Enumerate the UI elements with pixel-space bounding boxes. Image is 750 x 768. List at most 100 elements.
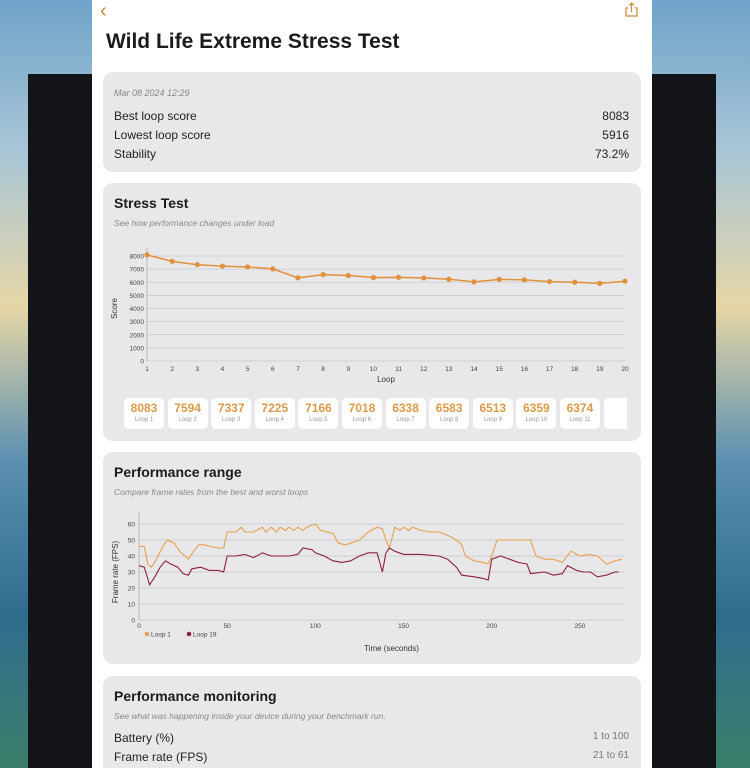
score-point: [370, 274, 377, 281]
card-subtitle: See what was happening inside your devic…: [114, 711, 386, 721]
fps-line-loop-19: [138, 547, 619, 587]
x-tick-label: 17: [546, 366, 554, 373]
x-tick-label: 250: [574, 623, 585, 630]
loop-score-value: 7225: [261, 401, 289, 415]
loop-score-tile[interactable]: 7594 Loop 2: [167, 398, 208, 429]
monitoring-row: Battery (%) 1 to 100: [114, 731, 629, 745]
loop-score-tile[interactable]: 6338 Loop 7: [385, 398, 426, 429]
loop-score-tile[interactable]: 7018 Loop 6: [341, 398, 382, 429]
loop-score-tile[interactable]: 7337 Loop 3: [211, 398, 252, 429]
score-point: [320, 271, 326, 278]
run-date: Mar 08 2024 12:29: [114, 88, 190, 98]
score-point: [597, 280, 603, 286]
y-tick-label: 3000: [130, 319, 145, 326]
loop-label: Loop 10: [525, 417, 548, 423]
chevron-left-icon[interactable]: ‹: [100, 0, 107, 23]
x-tick-label: 8: [321, 366, 325, 373]
stress-test-card: Stress Test See how performance changes …: [103, 183, 641, 441]
x-tick-label: 200: [486, 623, 497, 630]
loop-score-tile[interactable]: 6513 Loop 9: [472, 398, 513, 429]
row-label: Best loop score: [114, 109, 197, 123]
x-tick-label: 12: [420, 366, 428, 373]
x-tick-label: 3: [196, 366, 200, 373]
monitoring-row: Frame rate (FPS) 21 to 61: [114, 750, 629, 764]
row-value: 21 to 61: [592, 750, 629, 761]
y-tick-label: 2000: [130, 332, 145, 339]
legend-label: Loop 1: [151, 632, 171, 639]
y-tick-label: 7000: [130, 267, 145, 274]
loop-score-tile[interactable]: [603, 398, 627, 429]
x-tick-label: 6: [271, 366, 275, 373]
y-tick-label: 8000: [130, 254, 145, 261]
y-axis-label: Frame rate (FPS): [111, 541, 120, 604]
x-tick-label: 18: [571, 366, 579, 373]
loop-score-value: 6374: [566, 401, 594, 415]
legend-marker: [144, 631, 150, 637]
loop-score-tile[interactable]: 8083 Loop 1: [124, 398, 164, 429]
score-point: [345, 272, 351, 279]
loop-score-tile[interactable]: 6374 Loop 11: [559, 398, 600, 429]
score-point: [421, 275, 427, 281]
y-axis-label: Score: [110, 298, 119, 319]
x-tick-label: 16: [521, 366, 529, 373]
loop-label: Loop 3: [222, 417, 241, 423]
loop-label: Loop 7: [396, 417, 415, 423]
x-tick-label: 0: [137, 623, 141, 630]
loop-score-value: 7018: [348, 401, 376, 415]
loop-label: Loop 11: [569, 417, 591, 423]
y-tick-label: 1000: [130, 345, 145, 352]
loop-score-value: 6359: [522, 401, 550, 415]
performance-monitoring-card: Performance monitoring See what was happ…: [103, 676, 641, 768]
card-title: Performance monitoring: [114, 688, 277, 704]
loop-score-tile[interactable]: 7225 Loop 4: [254, 398, 295, 429]
loop-score-value: 8083: [130, 401, 158, 415]
score-point: [521, 277, 527, 283]
x-tick-label: 4: [221, 366, 225, 373]
loop-score-tile[interactable]: 6359 Loop 10: [516, 398, 557, 429]
score-point: [572, 279, 578, 285]
score-point: [219, 263, 226, 269]
summary-row: Best loop score 8083: [114, 109, 629, 123]
loop-score-value: 7166: [305, 401, 332, 415]
x-tick-label: 5: [246, 366, 250, 373]
x-axis-label: Loop: [377, 375, 395, 384]
x-tick-label: 2: [170, 366, 174, 373]
y-tick-label: 6000: [130, 280, 145, 287]
x-tick-label: 7: [296, 366, 300, 373]
score-point: [496, 276, 502, 282]
loop-score-tile[interactable]: 7166 Loop 5: [298, 398, 339, 429]
x-tick-label: 11: [395, 366, 402, 373]
legend-label: Loop 19: [193, 632, 217, 639]
share-icon[interactable]: [625, 2, 638, 17]
loop-score-value: 7594: [174, 401, 201, 415]
x-tick-label: 19: [596, 366, 604, 373]
score-point: [471, 279, 477, 285]
loop-label: Loop 6: [352, 417, 372, 423]
summary-row: Lowest loop score 5916: [114, 128, 629, 142]
y-tick-label: 50: [128, 538, 136, 545]
loop-score-value: 6583: [435, 401, 463, 415]
row-label: Stability: [114, 147, 157, 161]
app-window: ‹ Wild Life Extreme Stress Test Mar 08 2…: [92, 0, 652, 768]
score-point: [546, 278, 553, 285]
x-tick-label: 13: [445, 366, 453, 373]
loop-label: Loop 1: [134, 417, 154, 423]
y-tick-label: 30: [128, 570, 136, 577]
loop-score-tile[interactable]: 6583 Loop 8: [429, 398, 470, 429]
loop-label: Loop 4: [265, 417, 284, 423]
loop-score-strip[interactable]: 8083 Loop 1 7594 Loop 2 7337 Loop 3 7225 Loop 4…: [124, 398, 627, 430]
y-tick-label: 0: [140, 359, 144, 366]
loop-score-value: 6513: [479, 401, 507, 415]
x-tick-label: 150: [398, 623, 409, 630]
loop-label: Loop 5: [309, 417, 328, 423]
score-point: [622, 278, 628, 284]
score-point: [395, 274, 402, 280]
y-tick-label: 0: [131, 618, 135, 625]
performance-range-chart: 0 10 20 30 40 50 60 0 50 100 150 200 250 Time (second…: [111, 512, 624, 653]
y-tick-label: 60: [128, 522, 136, 529]
y-tick-label: 40: [128, 554, 136, 561]
score-point: [446, 276, 452, 282]
loop-score-value: 7337: [217, 401, 245, 415]
x-tick-label: 50: [224, 623, 232, 630]
x-tick-label: 10: [370, 366, 378, 373]
